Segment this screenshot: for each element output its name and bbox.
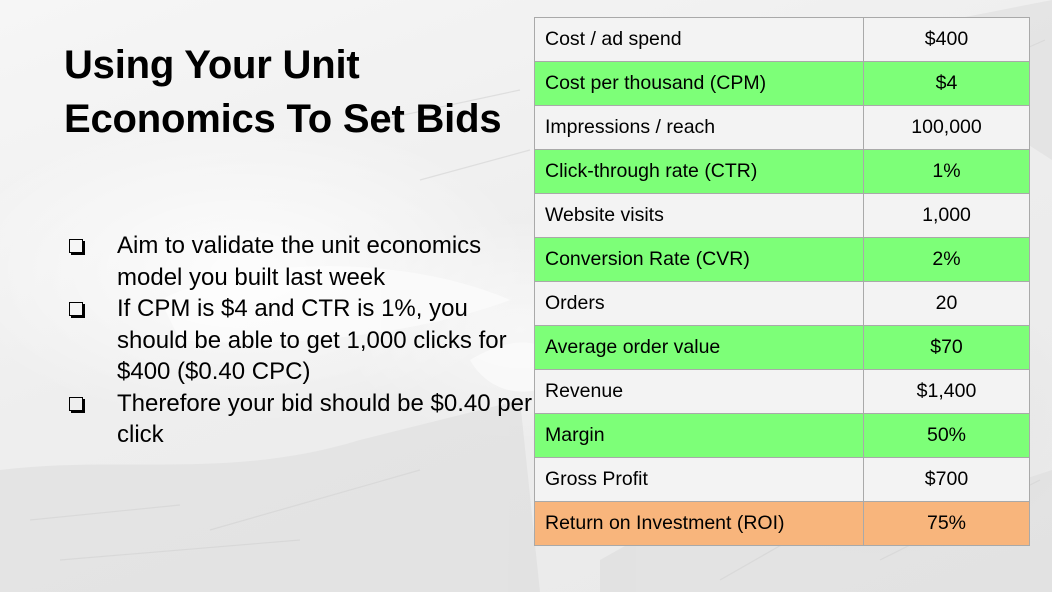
metric-value: $400 — [863, 17, 1030, 62]
metric-label: Revenue — [534, 369, 864, 414]
unit-economics-table: Cost / ad spend $400 Cost per thousand (… — [534, 17, 1030, 546]
metric-value: 20 — [863, 281, 1030, 326]
table-row: Orders 20 — [534, 281, 1030, 326]
metric-label: Impressions / reach — [534, 105, 864, 150]
table-row: Average order value $70 — [534, 325, 1030, 370]
metric-label: Orders — [534, 281, 864, 326]
table-row: Margin 50% — [534, 413, 1030, 458]
metric-value: $4 — [863, 61, 1030, 106]
table-row: Return on Investment (ROI) 75% — [534, 501, 1030, 546]
metric-label: Click-through rate (CTR) — [534, 149, 864, 194]
bullet-item: If CPM is $4 and CTR is 1%, you should b… — [68, 293, 538, 388]
table-row: Cost / ad spend $400 — [534, 17, 1030, 62]
bullet-text: Therefore your bid should be $0.40 per c… — [117, 389, 532, 449]
table-row: Revenue $1,400 — [534, 369, 1030, 414]
metric-value: $70 — [863, 325, 1030, 370]
checkbox-bullet-icon — [69, 239, 83, 253]
bullet-item: Aim to validate the unit economics model… — [68, 230, 538, 293]
metric-value: 50% — [863, 413, 1030, 458]
metric-value: 1,000 — [863, 193, 1030, 238]
table-row: Conversion Rate (CVR) 2% — [534, 237, 1030, 282]
table-row: Gross Profit $700 — [534, 457, 1030, 502]
metric-label: Average order value — [534, 325, 864, 370]
metric-label: Cost per thousand (CPM) — [534, 61, 864, 106]
bullet-list: Aim to validate the unit economics model… — [68, 230, 538, 451]
metric-value: 100,000 — [863, 105, 1030, 150]
metric-label: Website visits — [534, 193, 864, 238]
slide: Using Your Unit Economics To Set Bids Ai… — [0, 0, 1052, 592]
metric-label: Cost / ad spend — [534, 17, 864, 62]
table-row: Click-through rate (CTR) 1% — [534, 149, 1030, 194]
bullet-item: Therefore your bid should be $0.40 per c… — [68, 388, 538, 451]
metric-value: $1,400 — [863, 369, 1030, 414]
metric-value: $700 — [863, 457, 1030, 502]
metric-label: Return on Investment (ROI) — [534, 501, 864, 546]
metric-value: 75% — [863, 501, 1030, 546]
metric-label: Conversion Rate (CVR) — [534, 237, 864, 282]
checkbox-bullet-icon — [69, 302, 83, 316]
metric-label: Margin — [534, 413, 864, 458]
checkbox-bullet-icon — [69, 396, 83, 411]
slide-title: Using Your Unit Economics To Set Bids — [64, 43, 502, 141]
metric-label: Gross Profit — [534, 457, 864, 502]
metric-value: 2% — [863, 237, 1030, 282]
table-row: Impressions / reach 100,000 — [534, 105, 1030, 150]
table-row: Website visits 1,000 — [534, 193, 1030, 238]
metric-value: 1% — [863, 149, 1030, 194]
bullet-text: If CPM is $4 and CTR is 1%, you should b… — [117, 295, 507, 385]
table-row: Cost per thousand (CPM) $4 — [534, 61, 1030, 106]
bullet-text: Aim to validate the unit economics model… — [117, 232, 482, 291]
